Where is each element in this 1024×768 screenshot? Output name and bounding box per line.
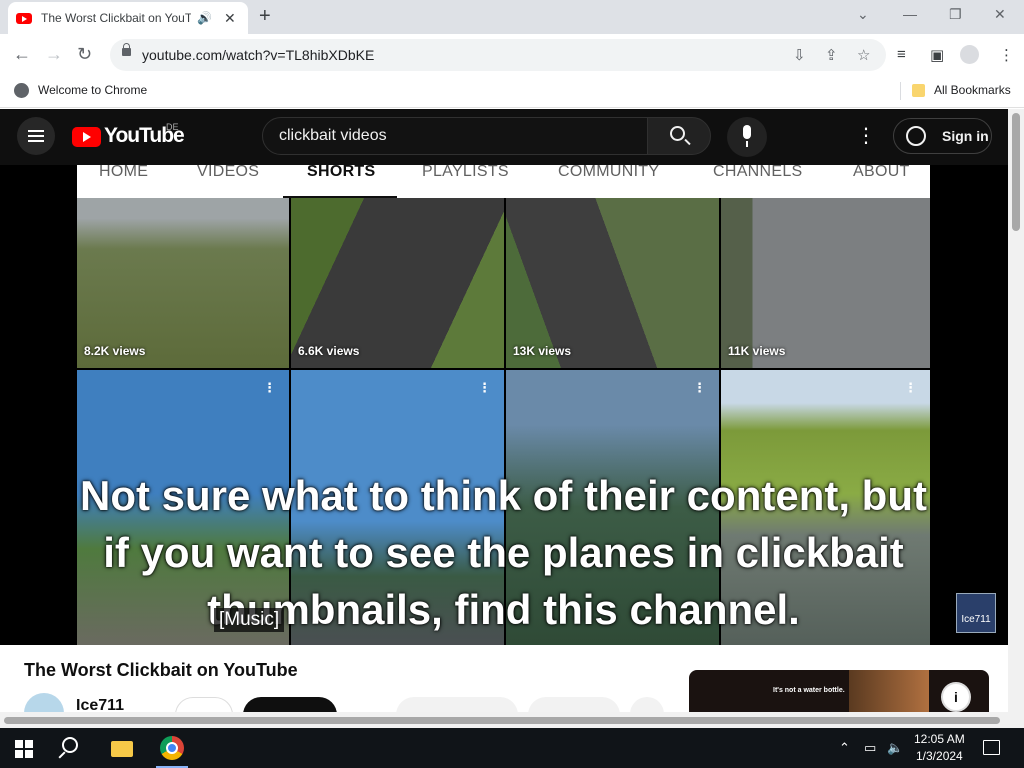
short-thumbnail[interactable]: 6.6K views (291, 198, 504, 368)
tab-home[interactable]: HOME (99, 165, 148, 181)
network-icon[interactable]: ▭ (864, 740, 876, 756)
browser-tab[interactable]: The Worst Clickbait on YouTube - YouTube… (8, 2, 248, 34)
minimize-button[interactable]: — (903, 6, 917, 22)
star-icon[interactable]: ☆ (857, 46, 870, 64)
short-views: 8.2K views (84, 344, 146, 358)
horizontal-scrollbar[interactable] (0, 712, 1008, 728)
tab-videos[interactable]: VIDEOS (197, 165, 259, 181)
channel-watermark[interactable]: Ice711 (956, 593, 996, 633)
video-title: The Worst Clickbait on YouTube (24, 660, 298, 680)
chrome-globe-icon (14, 83, 29, 98)
bookmark-divider (900, 82, 901, 100)
tab-title: The Worst Clickbait on YouTube - YouTube (41, 11, 191, 25)
restore-button[interactable]: ❐ (949, 6, 962, 23)
hamburger-menu-button[interactable] (17, 117, 55, 155)
forward-icon[interactable]: → (45, 44, 63, 64)
notification-icon[interactable] (983, 740, 1000, 755)
short-views: 13K views (513, 344, 572, 358)
tab-channels[interactable]: CHANNELS (713, 165, 803, 181)
ad-text: It's not a water bottle. (773, 687, 845, 694)
reload-icon[interactable]: ↻ (77, 44, 92, 64)
short-thumbnail[interactable]: 8.2K views (77, 198, 289, 368)
folder-icon (912, 84, 925, 97)
clock-time[interactable]: 12:05 AM (914, 732, 965, 746)
close-tab-icon[interactable]: ✕ (224, 10, 236, 27)
settings-menu-icon[interactable]: ⋮ (856, 121, 876, 151)
tab-strip: The Worst Clickbait on YouTube - YouTube… (0, 0, 1024, 34)
start-button[interactable] (15, 740, 33, 758)
more-options-icon[interactable]: ⋮ (263, 380, 276, 396)
menu-icon[interactable]: ⋮ (999, 46, 1014, 64)
info-icon[interactable]: i (941, 682, 971, 712)
all-bookmarks[interactable]: All Bookmarks (934, 83, 1011, 97)
windows-taskbar: ⌃ ▭ 🔈 12:05 AM 1/3/2024 (0, 728, 1024, 768)
more-options-icon[interactable]: ⋮ (478, 380, 491, 396)
voice-search-button[interactable] (727, 117, 767, 157)
channel-tabs: HOME VIDEOS SHORTS PLAYLISTS COMMUNITY C… (77, 165, 930, 198)
short-views: 11K views (728, 344, 786, 358)
speaker-icon[interactable]: 🔊 (197, 11, 212, 25)
video-caption-overlay: Not sure what to think of their content,… (80, 472, 927, 633)
back-icon[interactable]: ← (13, 44, 31, 64)
search-icon (670, 126, 685, 141)
close-window-button[interactable]: ✕ (994, 6, 1006, 23)
volume-icon[interactable]: 🔈 (887, 740, 903, 756)
youtube-header: YouTube DE ⋮ Sign in (0, 109, 1008, 165)
short-views: 6.6K views (298, 344, 360, 358)
tab-shorts[interactable]: SHORTS (307, 165, 375, 181)
taskbar-search-icon[interactable] (62, 737, 78, 753)
closed-caption-text: [Music] (214, 608, 285, 632)
active-tab-indicator (283, 196, 397, 198)
more-options-icon[interactable]: ⋮ (904, 380, 917, 396)
url-text[interactable]: youtube.com/watch?v=TL8hibXDbKE (142, 47, 374, 63)
tray-chevron-icon[interactable]: ⌃ (839, 740, 850, 756)
video-player[interactable]: 8.2K views 6.6K views 13K views 11K view… (0, 165, 1008, 645)
new-tab-button[interactable]: + (259, 6, 271, 26)
page-scrollbar[interactable] (1008, 109, 1024, 728)
profile-icon[interactable] (960, 45, 979, 64)
media-icon[interactable]: ≡ (897, 46, 906, 63)
chrome-icon[interactable] (160, 736, 184, 760)
install-icon[interactable]: ⇩ (793, 46, 806, 64)
tab-playlists[interactable]: PLAYLISTS (422, 165, 509, 181)
search-input[interactable] (279, 118, 631, 154)
more-options-icon[interactable]: ⋮ (693, 380, 706, 396)
share-icon[interactable]: ⇪ (825, 46, 838, 64)
clock-date[interactable]: 1/3/2024 (916, 749, 963, 763)
youtube-favicon-icon (16, 12, 32, 24)
sidepanel-icon[interactable]: ▣ (930, 46, 944, 64)
sign-in-button[interactable]: Sign in (893, 118, 992, 154)
tab-search-icon[interactable]: ⌄ (857, 6, 869, 23)
bookmark-welcome[interactable]: Welcome to Chrome (38, 83, 147, 97)
region-code: DE (166, 122, 179, 132)
search-box[interactable] (262, 117, 648, 155)
sign-in-label: Sign in (942, 128, 989, 144)
tab-community[interactable]: COMMUNITY (558, 165, 659, 181)
short-thumbnail[interactable]: 11K views (721, 198, 930, 368)
mic-icon (743, 125, 751, 139)
account-icon (906, 126, 926, 146)
browser-toolbar: ← → ↻ youtube.com/watch?v=TL8hibXDbKE ⇩ … (0, 34, 1024, 76)
search-button[interactable] (647, 117, 711, 155)
file-explorer-icon[interactable] (111, 741, 133, 757)
address-bar[interactable]: youtube.com/watch?v=TL8hibXDbKE ⇩ ⇪ ☆ (110, 39, 886, 71)
bookmarks-bar: Welcome to Chrome All Bookmarks (0, 76, 1024, 108)
youtube-logo-icon[interactable] (72, 127, 101, 147)
short-thumbnail[interactable]: 13K views (506, 198, 719, 368)
tab-about[interactable]: ABOUT (853, 165, 910, 181)
lock-icon[interactable] (122, 43, 131, 56)
